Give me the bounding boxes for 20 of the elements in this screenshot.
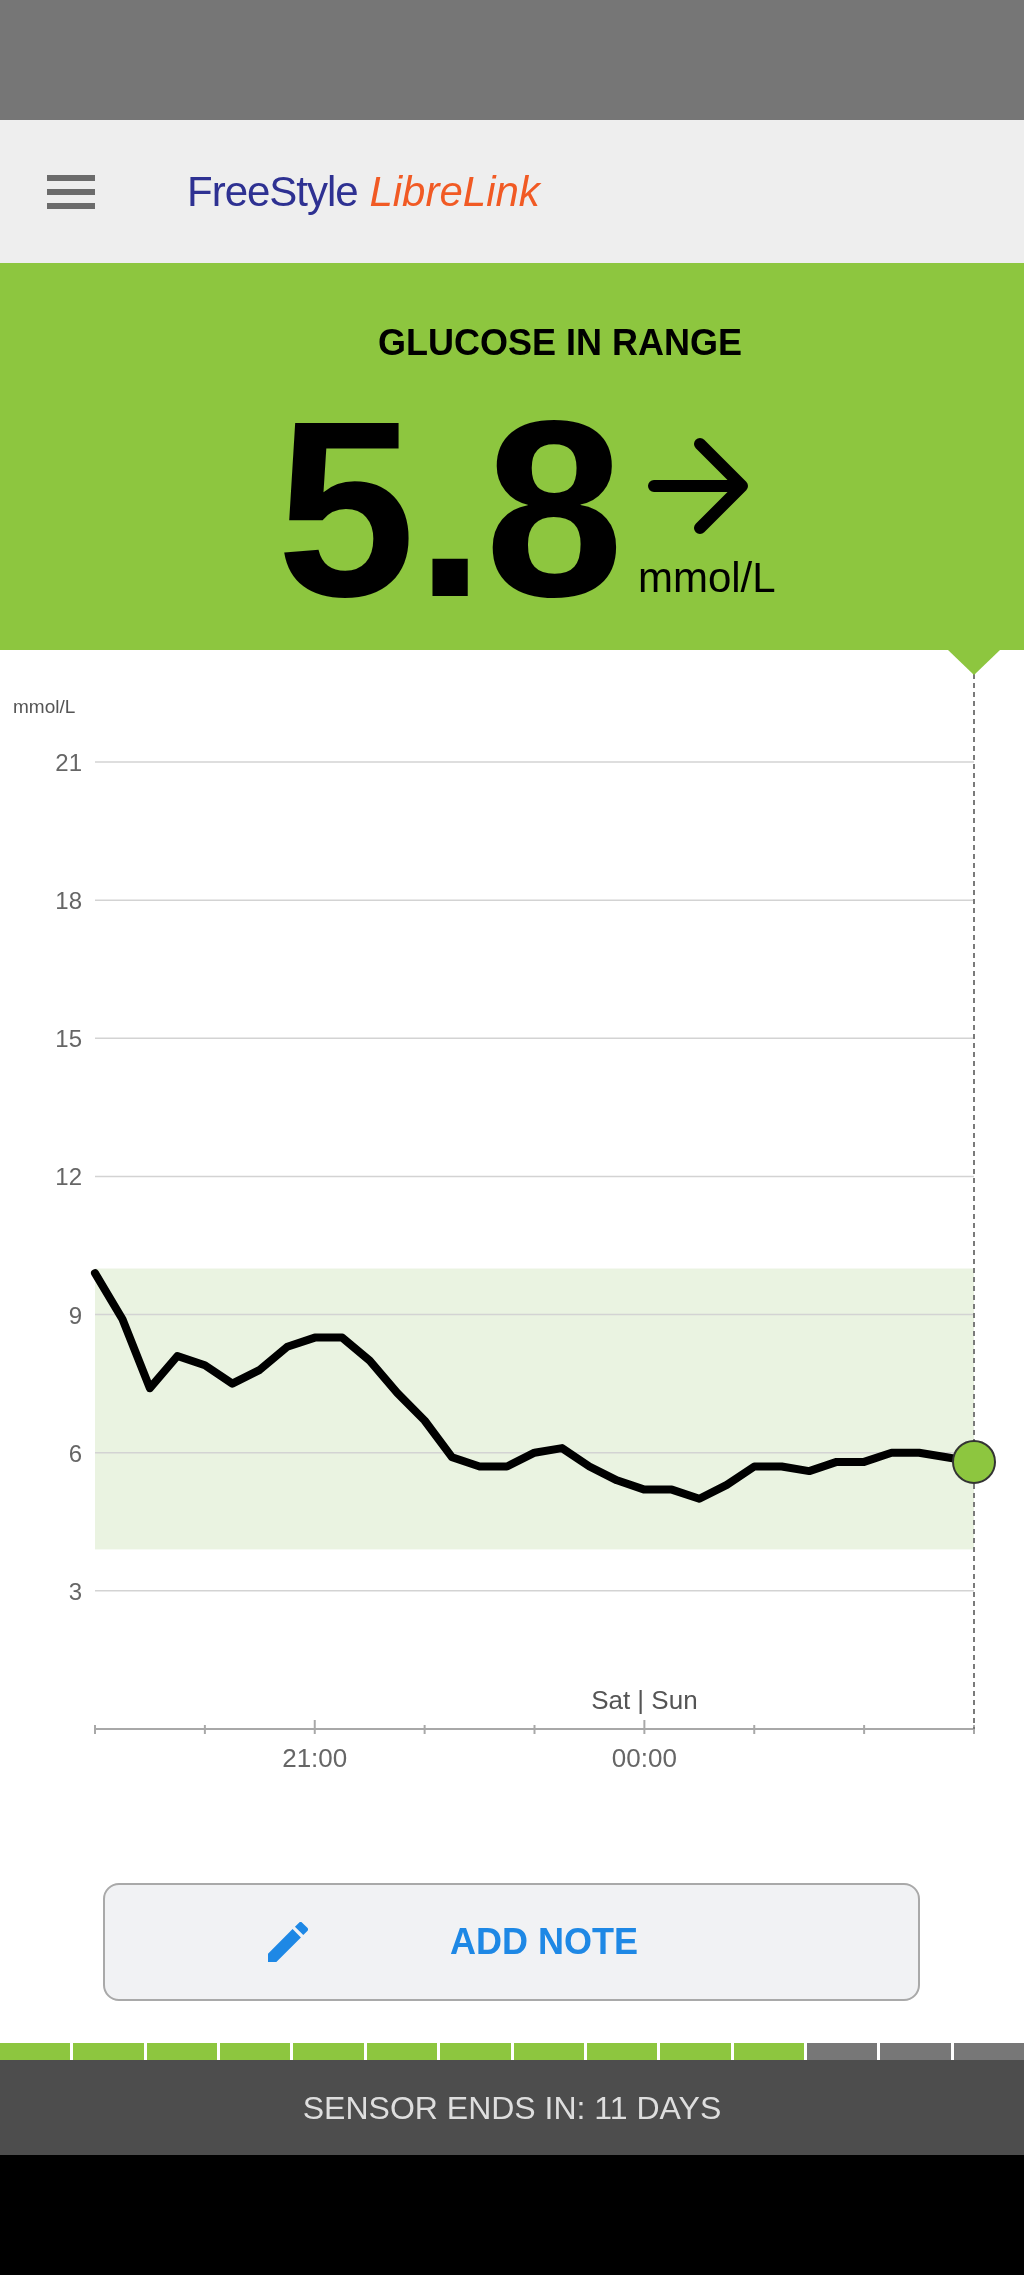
add-note-button[interactable]: ADD NOTE [103,1883,920,2001]
y-axis-label: mmol/L [13,696,76,717]
y-tick-label: 6 [68,1439,82,1467]
sensor-status-text: SENSOR ENDS IN: 11 DAYS [302,2091,722,2124]
app-logo: FreeStyle LibreLink [187,170,540,213]
glucose-unit: mmol/L [637,557,776,599]
glucose-value: 5.8 [276,385,624,635]
x-tick-label: 00:00 [611,1743,677,1773]
glucose-status-title: GLUCOSE IN RANGE [378,325,742,361]
day-divider-label: Sat | Sun [591,1685,698,1715]
current-reading-dot [952,1439,996,1484]
y-tick-label: 18 [55,887,82,915]
y-tick-label: 9 [68,1301,82,1329]
x-tick-label: 21:00 [282,1743,348,1773]
y-tick-label: 21 [55,749,82,776]
menu-icon [47,174,95,209]
y-tick-label: 15 [55,1025,82,1053]
y-tick-label: 3 [68,1577,82,1605]
pencil-icon [268,1922,308,1962]
y-tick-label: 12 [55,1163,82,1191]
